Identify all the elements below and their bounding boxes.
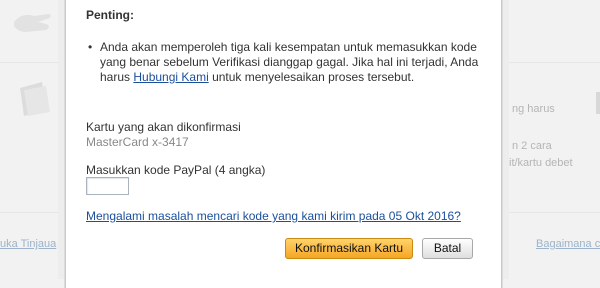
info-bullet-text: Anda akan memperoleh tiga kali kesempata… <box>100 40 488 85</box>
info-text-after: untuk menyelesaikan proses tersebut. <box>208 70 415 84</box>
verification-dialog: Penting: • Anda akan memperoleh tiga kal… <box>65 0 502 288</box>
card-wallet-icon <box>20 82 50 116</box>
cancel-button[interactable]: Batal <box>422 238 473 259</box>
confirm-card-button[interactable]: Konfirmasikan Kartu <box>285 238 413 259</box>
background-footer-link[interactable]: uka Tinjaua <box>0 238 56 250</box>
bullet-dot-icon: • <box>88 40 93 54</box>
background-text: n 2 cara <box>512 140 552 152</box>
code-label: Masukkan kode PayPal (4 angka) <box>86 163 266 177</box>
background-footer-link[interactable]: Bagaimana ca <box>536 238 600 250</box>
background-scroll-marker <box>596 92 600 114</box>
dialog-frame-left <box>58 0 65 279</box>
background-text: it/kartu debet <box>509 157 573 169</box>
card-label: Kartu yang akan dikonfirmasi <box>86 120 241 134</box>
contact-us-link[interactable]: Hubungi Kami <box>133 70 208 84</box>
dialog-frame-right <box>502 0 509 279</box>
card-value: MasterCard x-3417 <box>86 135 189 149</box>
paypal-code-input[interactable] <box>86 177 129 195</box>
hand-card-icon <box>14 14 51 32</box>
code-help-link[interactable]: Mengalami masalah mencari kode yang kami… <box>86 209 461 223</box>
background-text: ng harus <box>512 103 555 115</box>
dialog-title: Penting: <box>86 8 134 22</box>
info-bullet: • Anda akan memperoleh tiga kali kesempa… <box>88 40 488 85</box>
